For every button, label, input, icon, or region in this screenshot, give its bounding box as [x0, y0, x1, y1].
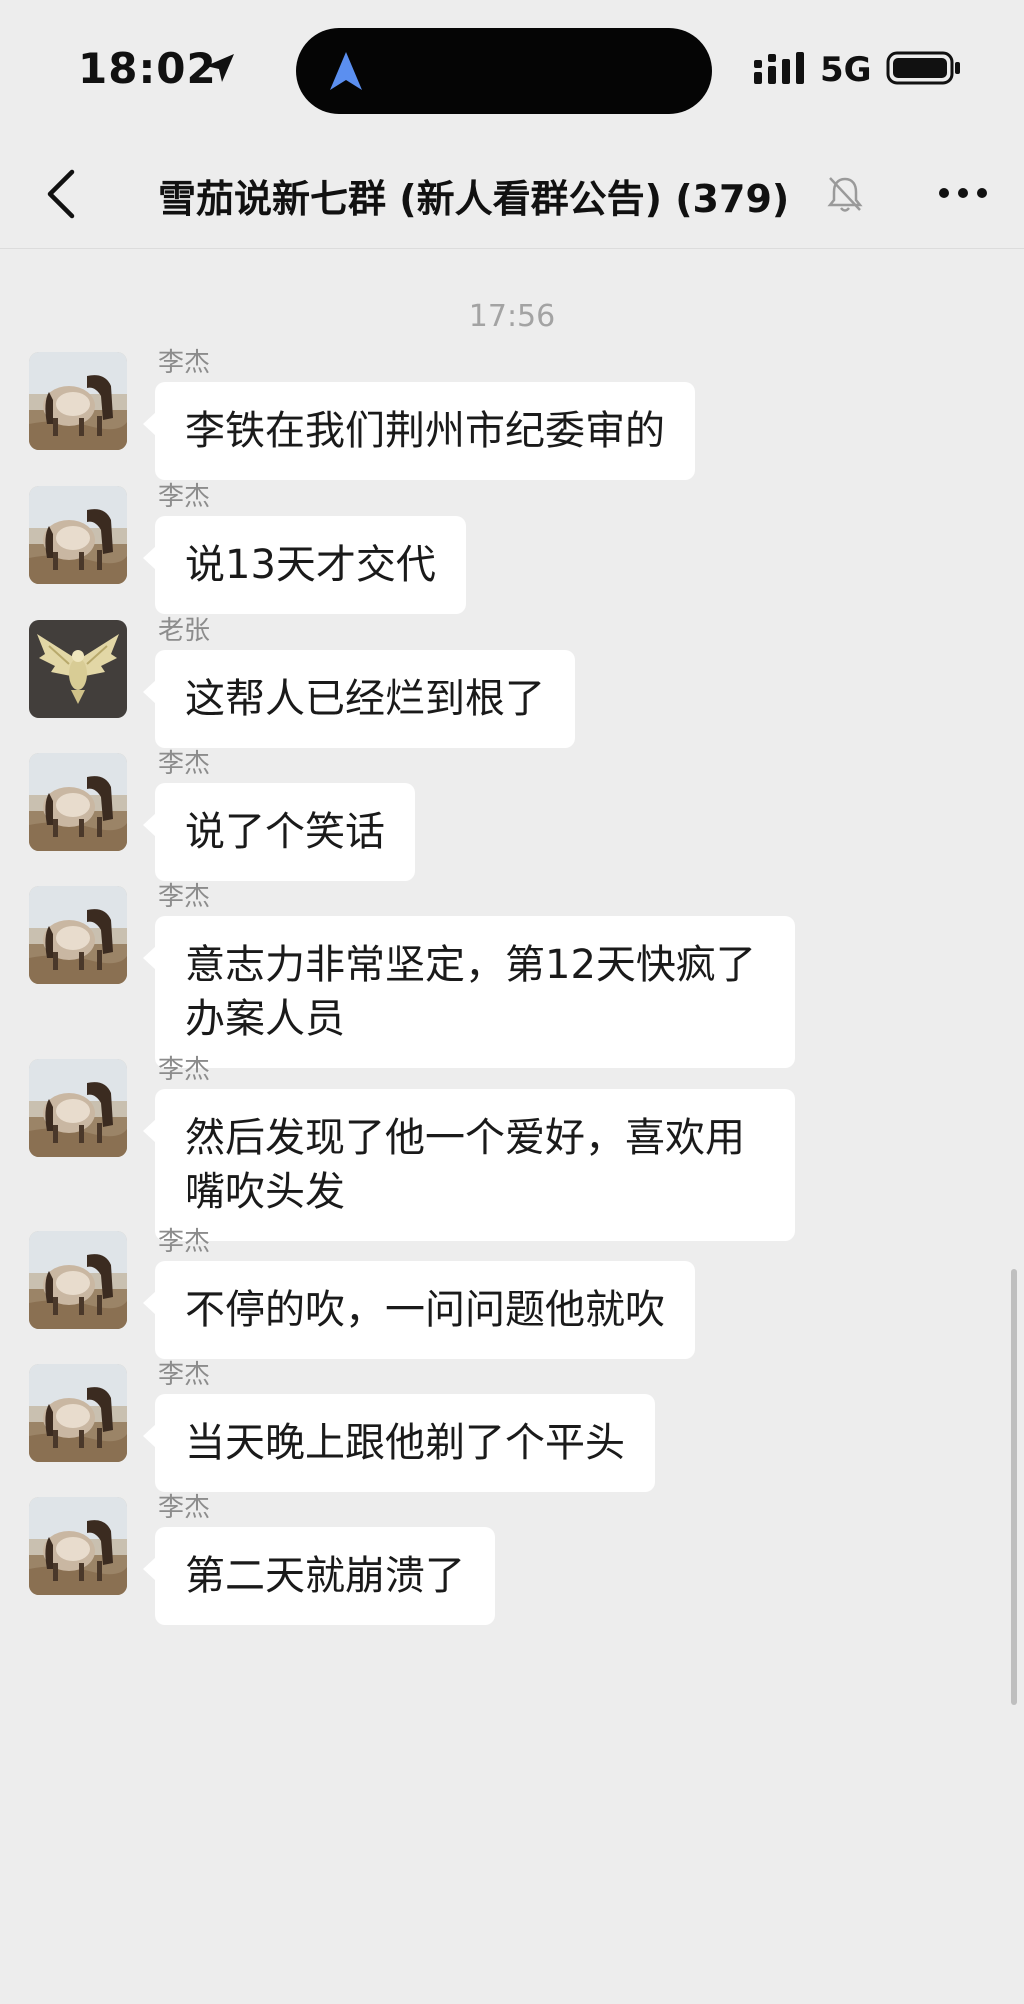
- sender-avatar[interactable]: [29, 753, 127, 851]
- message-bubble[interactable]: 当天晚上跟他剃了个平头: [143, 1394, 655, 1492]
- navigation-icon: [330, 52, 362, 90]
- sender-avatar[interactable]: [29, 352, 127, 450]
- network-type: 5G: [820, 50, 872, 90]
- status-bar: 18:02 5G: [0, 0, 1024, 140]
- sender-name: 李杰: [158, 1360, 211, 1390]
- mute-bell-icon: [827, 177, 863, 212]
- sender-name: 老张: [158, 616, 211, 646]
- sender-name: 李杰: [158, 749, 211, 779]
- message-bubble[interactable]: 意志力非常坚定，第12天快疯了办案人员: [143, 916, 795, 1068]
- signal-icon: [754, 52, 804, 84]
- message-bubble[interactable]: 第二天就崩溃了: [143, 1527, 495, 1625]
- sender-avatar[interactable]: [29, 1231, 127, 1329]
- sender-name: 李杰: [158, 1493, 211, 1523]
- back-chevron-icon[interactable]: [28, 158, 100, 230]
- location-arrow-icon: [206, 54, 234, 82]
- chat-area[interactable]: 17:56 李杰 李铁在我们荆州市纪委审的 李杰 说13天才交代 老张 这帮人已…: [0, 249, 1024, 2004]
- sender-avatar[interactable]: [29, 1497, 127, 1595]
- nav-bar: 雪茄说新七群 (新人看群公告) (379): [0, 140, 1024, 249]
- sender-avatar[interactable]: [29, 486, 127, 584]
- message-bubble[interactable]: 不停的吹，一问问题他就吹: [143, 1261, 695, 1359]
- more-dots-icon[interactable]: [928, 158, 998, 228]
- sender-name: 李杰: [158, 1055, 211, 1085]
- message-bubble[interactable]: 说了个笑话: [143, 783, 415, 881]
- dynamic-island: [296, 28, 712, 114]
- sender-avatar[interactable]: [29, 1364, 127, 1462]
- sender-avatar[interactable]: [29, 620, 127, 718]
- scrollbar[interactable]: [1011, 1269, 1017, 1705]
- sender-avatar[interactable]: [29, 886, 127, 984]
- battery-icon: [886, 51, 960, 85]
- chat-title: 雪茄说新七群 (新人看群公告) (379): [158, 177, 790, 221]
- sender-name: 李杰: [158, 1227, 211, 1257]
- status-time: 18:02: [78, 44, 217, 93]
- message-bubble[interactable]: 这帮人已经烂到根了: [143, 650, 575, 748]
- message-bubble[interactable]: 李铁在我们荆州市纪委审的: [143, 382, 695, 480]
- chat-timestamp: 17:56: [468, 299, 556, 334]
- sender-name: 李杰: [158, 348, 211, 378]
- message-bubble[interactable]: 说13天才交代: [143, 516, 466, 614]
- sender-avatar[interactable]: [29, 1059, 127, 1157]
- sender-name: 李杰: [158, 482, 211, 512]
- sender-name: 李杰: [158, 882, 211, 912]
- message-bubble[interactable]: 然后发现了他一个爱好，喜欢用嘴吹头发: [143, 1089, 795, 1241]
